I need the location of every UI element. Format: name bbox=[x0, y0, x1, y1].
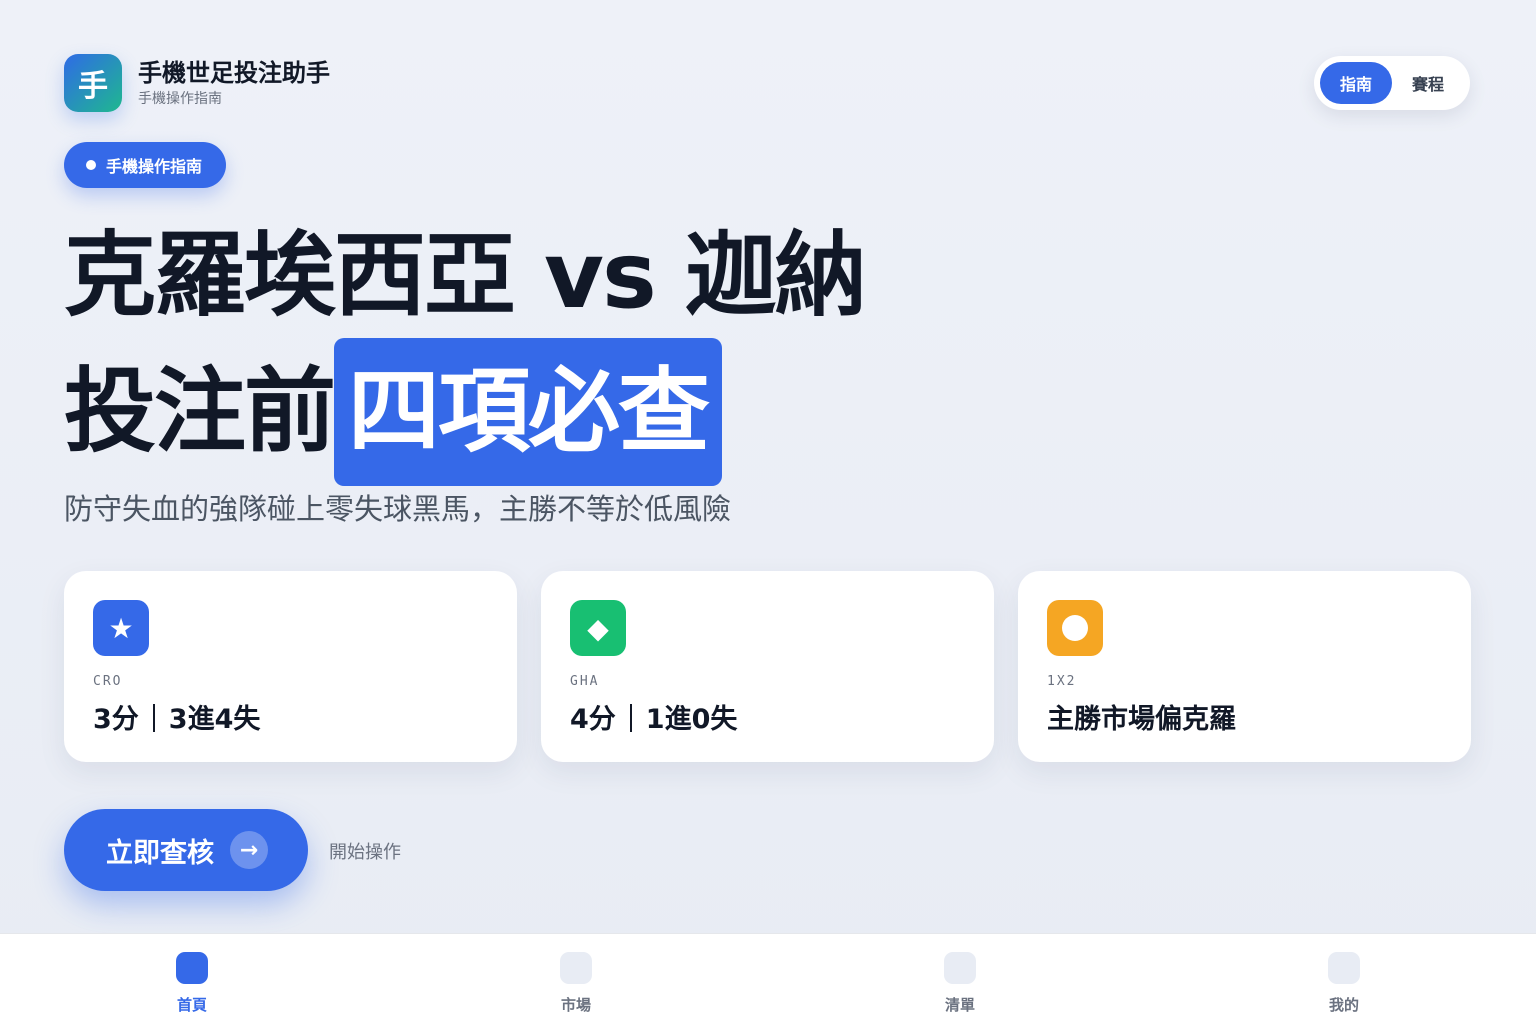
card-code: 1X2 bbox=[1047, 674, 1077, 689]
tab-home[interactable]: 首頁 bbox=[0, 934, 384, 1024]
check-now-label: 立即查核 bbox=[106, 837, 214, 869]
card-value: 4分 1進0失 bbox=[570, 697, 737, 736]
hero-title-line1: 克羅埃西亞 vs 迦納 bbox=[64, 222, 867, 329]
hero-heading: 克羅埃西亞 vs 迦納 投注前 四項必查 bbox=[64, 216, 867, 486]
circle-icon bbox=[1047, 600, 1103, 656]
dot-icon bbox=[86, 160, 96, 170]
cta-hint: 開始操作 bbox=[329, 842, 401, 863]
category-badge-label: 手機操作指南 bbox=[106, 157, 203, 176]
card-value-points: 4分 bbox=[570, 704, 616, 735]
app-title: 手機世足投注助手 bbox=[138, 59, 330, 87]
arrow-right-icon: → bbox=[230, 831, 268, 869]
tab-home-label: 首頁 bbox=[176, 996, 207, 1014]
tab-profile-label: 我的 bbox=[1328, 996, 1359, 1014]
tab-market[interactable]: 市場 bbox=[384, 934, 768, 1024]
card-value-goals: 3進4失 bbox=[168, 704, 261, 735]
hero-title-plain: 投注前 bbox=[64, 358, 336, 465]
tab-profile[interactable]: 我的 bbox=[1152, 934, 1536, 1024]
divider bbox=[152, 703, 155, 732]
card-value: 主勝市場偏克羅 bbox=[1047, 697, 1236, 736]
card-value: 3分 3進4失 bbox=[93, 697, 260, 736]
tab-schedule[interactable]: 賽程 bbox=[1392, 62, 1464, 104]
app-header: 手 手機世足投注助手 手機操作指南 bbox=[64, 54, 330, 112]
diamond-icon: ◆ bbox=[570, 600, 626, 656]
check-now-button[interactable]: 立即查核 → bbox=[64, 809, 308, 891]
tab-market-label: 市場 bbox=[560, 996, 591, 1014]
tab-guide[interactable]: 指南 bbox=[1320, 62, 1392, 104]
hero-title-line2: 投注前 四項必查 bbox=[64, 338, 865, 486]
divider bbox=[629, 703, 632, 732]
tab-list[interactable]: 清單 bbox=[768, 934, 1152, 1024]
stat-cards: ★ CRO 3分 3進4失 ◆ GHA 4分 1進0失 1X2 主勝市場偏克羅 bbox=[64, 571, 1471, 762]
profile-icon bbox=[1328, 952, 1360, 984]
bottom-tab-bar: 首頁 市場 清單 我的 bbox=[0, 933, 1536, 1024]
card-value-goals: 1進0失 bbox=[645, 704, 738, 735]
stat-card-cro[interactable]: ★ CRO 3分 3進4失 bbox=[64, 571, 517, 762]
hero-subtitle: 防守失血的強隊碰上零失球黑馬，主勝不等於低風險 bbox=[64, 492, 732, 526]
list-icon bbox=[944, 952, 976, 984]
view-switcher: 指南 賽程 bbox=[1314, 56, 1470, 110]
star-icon: ★ bbox=[93, 600, 149, 656]
home-icon bbox=[176, 952, 208, 984]
app-titles: 手機世足投注助手 手機操作指南 bbox=[138, 57, 330, 109]
category-badge: 手機操作指南 bbox=[64, 142, 227, 188]
card-value-points: 3分 bbox=[93, 704, 139, 735]
stat-card-gha[interactable]: ◆ GHA 4分 1進0失 bbox=[541, 571, 994, 762]
card-value-market: 主勝市場偏克羅 bbox=[1047, 704, 1236, 735]
tab-list-label: 清單 bbox=[944, 996, 975, 1014]
app-logo-icon: 手 bbox=[64, 54, 122, 112]
hero-title-highlight: 四項必查 bbox=[334, 338, 723, 486]
card-code: CRO bbox=[93, 674, 123, 689]
market-icon bbox=[560, 952, 592, 984]
app-subtitle: 手機操作指南 bbox=[138, 91, 222, 107]
card-code: GHA bbox=[570, 674, 600, 689]
stat-card-1x2[interactable]: 1X2 主勝市場偏克羅 bbox=[1018, 571, 1471, 762]
